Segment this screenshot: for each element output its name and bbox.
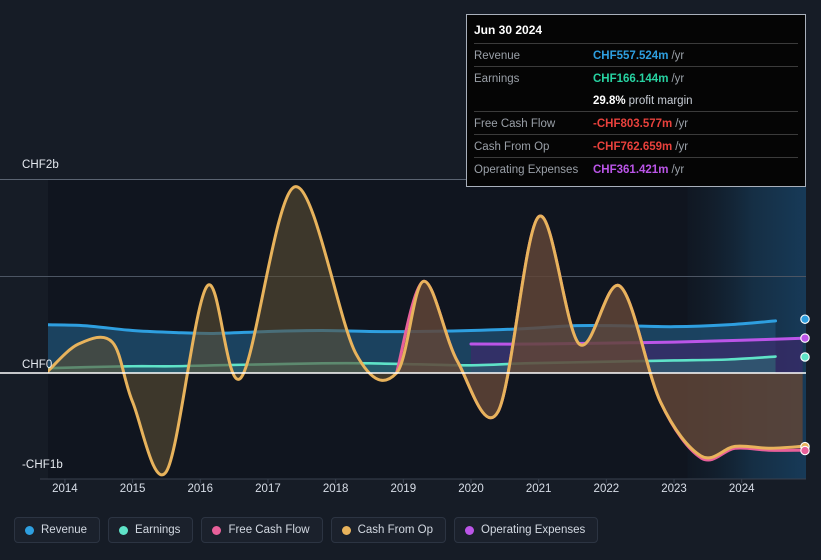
- tooltip-row-unit: /yr: [671, 73, 685, 85]
- endpoint-dot: [800, 352, 810, 362]
- tooltip-row: Earnings CHF166.144m/yr: [474, 66, 798, 89]
- financial-performance-chart: CHF2b CHF0 -CHF1b 2014 2015 2016 2017 2018 20…: [0, 0, 821, 560]
- tooltip-row-subtext: profit margin: [628, 95, 693, 107]
- legend-item-revenue[interactable]: Revenue: [14, 517, 101, 543]
- tooltip-row-value: CHF557.524m: [593, 50, 669, 62]
- y-axis-label-bottom: -CHF1b: [22, 459, 63, 471]
- x-axis-label-2020: 2020: [458, 483, 484, 495]
- endpoint-dot: [800, 333, 810, 343]
- tooltip-rows: Revenue CHF557.524m/yr Earnings CHF166.144m…: [474, 43, 798, 180]
- tooltip-row-value: 29.8%: [593, 95, 626, 107]
- tooltip-row-value: CHF166.144m: [593, 73, 669, 85]
- tooltip-row-value-wrap: CHF557.524m/yr: [593, 46, 684, 64]
- tooltip-row-unit: /yr: [671, 50, 685, 62]
- tooltip-row-label: Operating Expenses: [474, 164, 579, 176]
- tooltip-row-label: Free Cash Flow: [474, 118, 556, 130]
- endpoint-marker-earnings[interactable]: [800, 352, 810, 362]
- endpoint-marker-free-cash-flow[interactable]: [800, 445, 810, 456]
- legend-item-label: Cash From Op: [357, 524, 434, 536]
- tooltip-row-value-wrap: -CHF762.659m/yr: [593, 137, 688, 155]
- tooltip-row-unit: /yr: [671, 164, 685, 176]
- legend-color-dot-icon: [465, 525, 475, 535]
- x-axis-label-2018: 2018: [322, 483, 349, 495]
- tooltip-row-value-wrap: -CHF803.577m/yr: [593, 114, 688, 132]
- legend-item-label: Revenue: [41, 524, 88, 536]
- x-axis-label-2016: 2016: [187, 483, 214, 495]
- tooltip-row-label: Cash From Op: [474, 141, 550, 153]
- legend-color-dot-icon: [341, 525, 351, 535]
- legend-item-cash-from-op[interactable]: Cash From Op: [330, 517, 447, 543]
- y-axis-label-top: CHF2b: [22, 159, 59, 171]
- endpoint-marker-operating-expenses[interactable]: [800, 333, 810, 343]
- legend-item-operating-expenses[interactable]: Operating Expenses: [454, 517, 599, 543]
- x-axis: 2014 2015 2016 2017 2018 2019 2020 2021 2022 2023…: [0, 483, 821, 501]
- tooltip-row-value: -CHF803.577m: [593, 118, 673, 130]
- x-axis-label-2015: 2015: [119, 483, 146, 495]
- tooltip-row: Cash From Op -CHF762.659m/yr: [474, 134, 798, 157]
- tooltip-row-value-wrap: CHF361.421m/yr: [593, 160, 684, 178]
- legend-item-label: Operating Expenses: [481, 524, 586, 536]
- x-axis-label-2023: 2023: [661, 483, 687, 495]
- endpoint-marker-revenue[interactable]: [800, 314, 810, 324]
- x-axis-label-2021: 2021: [525, 483, 552, 495]
- legend-item-label: Earnings: [135, 524, 181, 536]
- tooltip-row-unit: /yr: [675, 118, 689, 130]
- x-axis-label-2024: 2024: [728, 483, 755, 495]
- tooltip-row-value: CHF361.421m: [593, 164, 669, 176]
- x-axis-label-2019: 2019: [390, 483, 417, 495]
- x-axis-label-2022: 2022: [593, 483, 620, 495]
- y-axis-label-zero: CHF0: [22, 359, 53, 371]
- endpoint-dot: [800, 445, 810, 456]
- endpoint-dot: [800, 314, 810, 324]
- tooltip-row-label: Revenue: [474, 50, 521, 62]
- tooltip-row-value-wrap: 29.8% profit margin: [593, 91, 693, 109]
- x-axis-label-2014: 2014: [52, 483, 78, 495]
- legend-color-dot-icon: [25, 525, 34, 535]
- tooltip-row: 29.8% profit margin: [474, 89, 798, 111]
- tooltip-date: Jun 30 2024: [474, 23, 543, 37]
- x-axis-label-2017: 2017: [255, 483, 281, 495]
- legend-item-label: Free Cash Flow: [228, 524, 310, 536]
- tooltip-row: Free Cash Flow -CHF803.577m/yr: [474, 111, 798, 134]
- chart-legend[interactable]: Revenue Earnings Free Cash Flow Cash From O…: [14, 517, 599, 543]
- legend-item-earnings[interactable]: Earnings: [108, 517, 194, 543]
- legend-color-dot-icon: [119, 525, 129, 535]
- tooltip-row: Revenue CHF557.524m/yr: [474, 43, 798, 66]
- tooltip-row-value: -CHF762.659m: [593, 141, 673, 153]
- tooltip-row-label: Earnings: [474, 73, 520, 85]
- data-tooltip: Jun 30 2024 Revenue CHF557.524m/yr Earning…: [466, 14, 806, 187]
- legend-item-free-cash-flow[interactable]: Free Cash Flow: [201, 517, 323, 543]
- tooltip-row-value-wrap: CHF166.144m/yr: [593, 69, 684, 87]
- tooltip-row: Operating Expenses CHF361.421m/yr: [474, 157, 798, 180]
- legend-color-dot-icon: [212, 525, 222, 535]
- tooltip-row-unit: /yr: [675, 141, 689, 153]
